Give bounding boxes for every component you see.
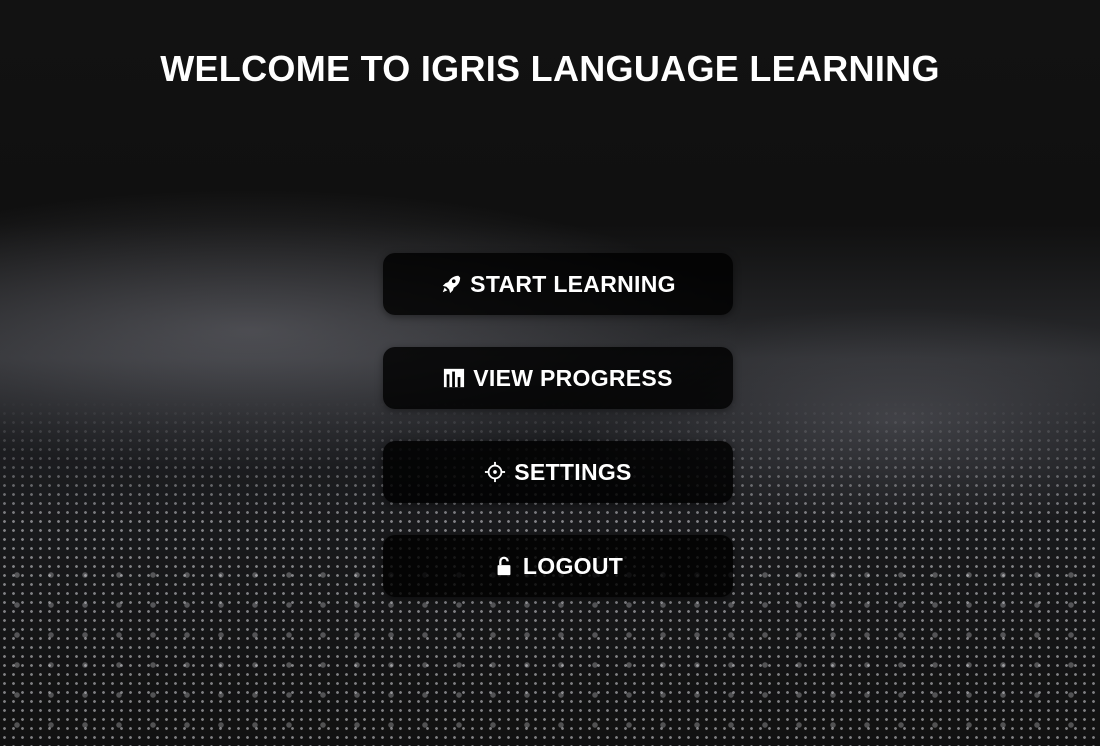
logout-label: LOGOUT xyxy=(522,552,624,579)
view-progress-label: VIEW PROGRESS xyxy=(473,364,673,391)
page-title: WELCOME TO IGRIS LANGUAGE LEARNING xyxy=(160,48,940,89)
settings-label: SETTINGS xyxy=(514,458,632,485)
bar-chart-icon xyxy=(444,368,465,388)
gear-icon xyxy=(485,461,506,483)
main-menu: START LEARNING VIEW PROGRESS SETTINGS LO… xyxy=(383,253,733,629)
rocket-icon xyxy=(442,275,461,294)
unlock-icon xyxy=(497,556,511,576)
view-progress-button[interactable]: VIEW PROGRESS xyxy=(383,347,733,409)
settings-button[interactable]: SETTINGS xyxy=(383,441,733,503)
start-learning-label: START LEARNING xyxy=(470,270,676,297)
logout-button[interactable]: LOGOUT xyxy=(383,535,733,597)
start-learning-button[interactable]: START LEARNING xyxy=(383,253,733,315)
